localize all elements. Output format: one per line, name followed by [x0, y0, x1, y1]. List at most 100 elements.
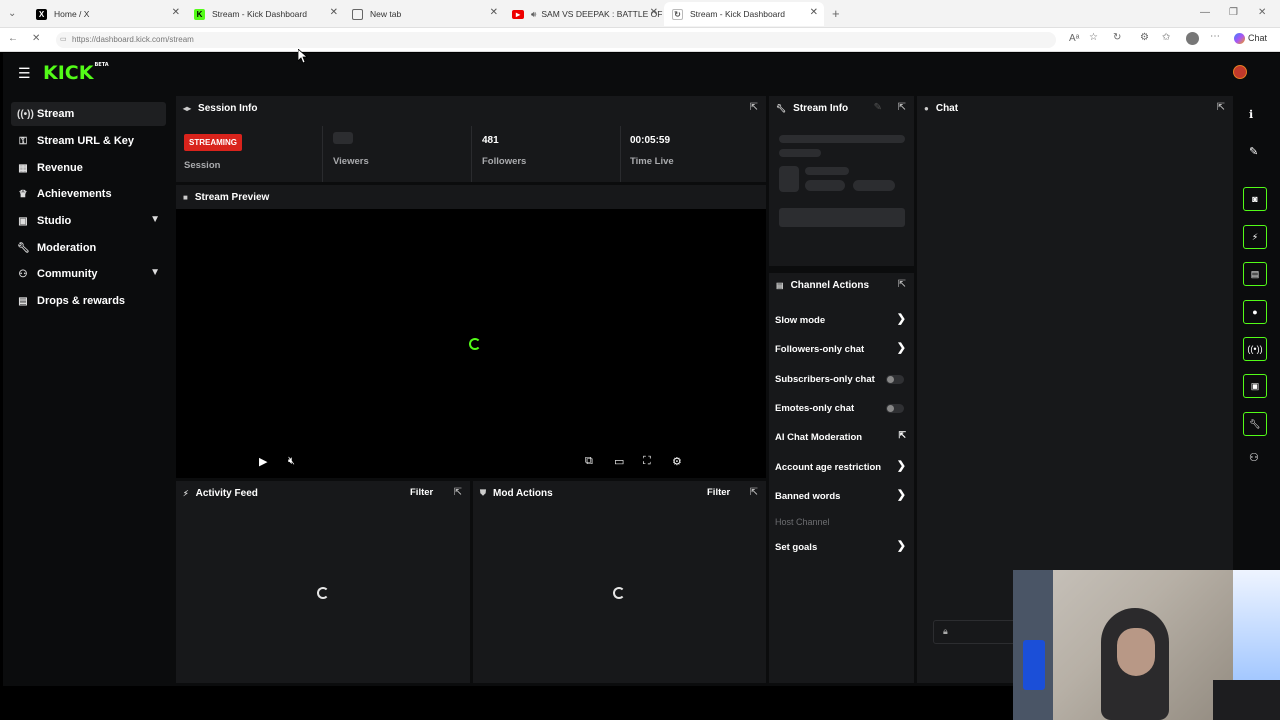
followers-only-chat-row[interactable]: Followers-only chat ❯	[775, 339, 910, 359]
ai-chat-moderation-row[interactable]: AI Chat Moderation ⇱	[775, 427, 910, 447]
more-menu-icon[interactable]: ⋯	[1210, 31, 1220, 42]
browser-tab-kick-1[interactable]: K Stream - Kick Dashboard ✕	[186, 2, 344, 26]
url-field[interactable]: ▭ https://dashboard.kick.com/stream	[56, 32, 1056, 48]
divider	[322, 126, 323, 182]
emotes-only-toggle[interactable]	[886, 404, 904, 413]
popout-icon[interactable]: ⇱	[1217, 102, 1225, 113]
status-badge: STREAMING	[184, 134, 242, 151]
refresh-icon[interactable]: ↻	[1113, 32, 1121, 43]
panel-title: Stream Preview	[194, 191, 270, 203]
rail-button-wrench[interactable]: 🔧︎	[1243, 412, 1267, 436]
edit-pencil-icon[interactable]: ✎	[1249, 145, 1258, 158]
rail-button-camera[interactable]: ◙	[1243, 187, 1267, 211]
tab-list-chevron-icon[interactable]: ⌄	[8, 8, 16, 19]
play-icon[interactable]: ▶	[259, 455, 267, 468]
set-goals-row[interactable]: Set goals ❯	[775, 537, 910, 557]
hamburger-menu-icon[interactable]: ☰	[18, 65, 31, 82]
favorite-star-icon[interactable]: ☆	[1089, 32, 1098, 43]
sidebar-item-moderation[interactable]: 🔧︎ Moderation	[11, 236, 166, 260]
close-tab-icon[interactable]: ✕	[172, 7, 180, 18]
key-icon: ⚿	[19, 135, 27, 147]
stream-info-header: 🔧︎ Stream Info	[769, 96, 914, 120]
mute-icon[interactable]: 🔇︎	[288, 455, 295, 468]
close-tab-icon[interactable]: ✕	[490, 7, 498, 18]
lock-icon: 🔒︎	[943, 626, 948, 636]
community-icon[interactable]: ⚇	[1249, 451, 1259, 464]
chevron-down-icon: ▼	[150, 214, 160, 225]
info-icon[interactable]: ℹ	[1249, 108, 1253, 121]
new-tab-icon	[352, 8, 363, 20]
kick-logo-icon: K	[194, 8, 205, 20]
sidebar-item-label: Moderation	[37, 242, 97, 254]
read-aloud-icon[interactable]: Aᵃ	[1069, 33, 1079, 44]
profile-avatar[interactable]	[1186, 32, 1199, 45]
popout-icon[interactable]: ⇱	[898, 279, 906, 290]
browser-tab-new[interactable]: New tab ✕	[344, 2, 504, 26]
panel-title: Mod Actions	[493, 487, 553, 499]
popout-icon[interactable]: ⇱	[898, 102, 906, 113]
sidebar-item-studio[interactable]: ▣ Studio ▼	[11, 209, 166, 233]
sidebar-item-stream[interactable]: ((•)) Stream	[11, 102, 166, 126]
sidebar-item-achievements[interactable]: ♛ Achievements	[11, 182, 166, 206]
filter-button[interactable]: Filter	[410, 487, 433, 498]
close-tab-icon[interactable]: ✕	[330, 7, 338, 18]
chevron-right-icon: ❯	[896, 313, 906, 325]
rail-button-chat[interactable]: ●	[1243, 300, 1267, 324]
followers-count: 481	[482, 135, 499, 146]
browser-tab-youtube[interactable]: ▸ 🔊︎ SAM VS DEEPAK : BATTLE OF ✕	[504, 2, 664, 26]
popout-icon[interactable]: ⇱	[750, 487, 758, 498]
rail-button-lightning[interactable]: ⚡︎	[1243, 225, 1267, 249]
loading-placeholder	[853, 180, 895, 191]
chat-input[interactable]: 🔒︎	[933, 620, 1023, 644]
url-text: https://dashboard.kick.com/stream	[72, 35, 194, 44]
lightning-icon: ⚡︎	[183, 488, 189, 498]
minimize-icon[interactable]: —	[1200, 7, 1210, 18]
close-tab-icon[interactable]: ✕	[810, 7, 818, 18]
window-light	[1233, 570, 1280, 690]
sidebar-item-revenue[interactable]: ▦ Revenue	[11, 156, 166, 180]
sidebar-item-stream-url-key[interactable]: ⚿ Stream URL & Key	[11, 129, 166, 153]
fullscreen-icon[interactable]: ⛶	[643, 455, 651, 468]
copilot-chat-button[interactable]: Chat	[1234, 33, 1267, 45]
browser-tab-x[interactable]: X Home / X ✕	[28, 2, 186, 26]
banned-words-row[interactable]: Banned words ❯	[775, 486, 910, 506]
close-tab-icon[interactable]: ✕	[650, 7, 658, 18]
rail-button-document[interactable]: ▤	[1243, 262, 1267, 286]
sidebar-item-label: Stream	[37, 108, 75, 120]
favorites-icon[interactable]: ✩	[1162, 32, 1170, 43]
sidebar-item-drops-rewards[interactable]: ▤ Drops & rewards	[11, 289, 166, 313]
browser-address-bar: ← ✕ ▭ https://dashboard.kick.com/stream …	[0, 28, 1280, 52]
browser-tab-kick-active[interactable]: ↻ Stream - Kick Dashboard ✕	[664, 2, 824, 26]
filter-button[interactable]: Filter	[707, 487, 730, 498]
loading-placeholder	[805, 167, 849, 175]
sidebar-item-community[interactable]: ⚇ Community ▼	[11, 262, 166, 286]
popout-icon[interactable]: ⇱	[454, 487, 462, 498]
mini-player-icon[interactable]: ⧉	[585, 455, 593, 468]
user-avatar[interactable]	[1233, 65, 1247, 79]
slow-mode-row[interactable]: Slow mode ❯	[775, 310, 910, 330]
action-label: AI Chat Moderation	[775, 431, 863, 443]
page-info-icon[interactable]: ▭	[60, 32, 67, 48]
kick-logo[interactable]: KICKBETA	[43, 62, 109, 84]
new-tab-button[interactable]: +	[832, 6, 840, 21]
rail-button-broadcast[interactable]: ((•))	[1243, 337, 1267, 361]
person-face	[1117, 628, 1155, 676]
close-window-icon[interactable]: ✕	[1258, 7, 1266, 18]
sidebar-item-label: Studio	[37, 215, 72, 227]
extensions-icon[interactable]: ⚙	[1140, 32, 1149, 43]
subscribers-only-toggle[interactable]	[886, 375, 904, 384]
chevron-down-icon: ▼	[150, 267, 160, 278]
loading-placeholder	[779, 166, 799, 192]
restore-icon[interactable]: ❐	[1229, 7, 1238, 18]
theater-mode-icon[interactable]: ▭	[614, 455, 624, 468]
edit-pencil-icon[interactable]: ✎	[874, 102, 882, 113]
lightning-icon: ⚡︎	[1251, 231, 1259, 242]
popout-icon[interactable]: ⇱	[750, 102, 758, 113]
rail-button-layout[interactable]: ▣	[1243, 374, 1267, 398]
back-icon[interactable]: ←	[8, 33, 18, 44]
settings-gear-icon[interactable]: ⚙	[672, 455, 682, 468]
account-age-restriction-row[interactable]: Account age restriction ❯	[775, 457, 910, 477]
stop-loading-icon[interactable]: ✕	[32, 33, 40, 44]
stream-preview-header: ■ Stream Preview	[176, 185, 766, 209]
audio-icon[interactable]: 🔊︎	[531, 9, 536, 20]
